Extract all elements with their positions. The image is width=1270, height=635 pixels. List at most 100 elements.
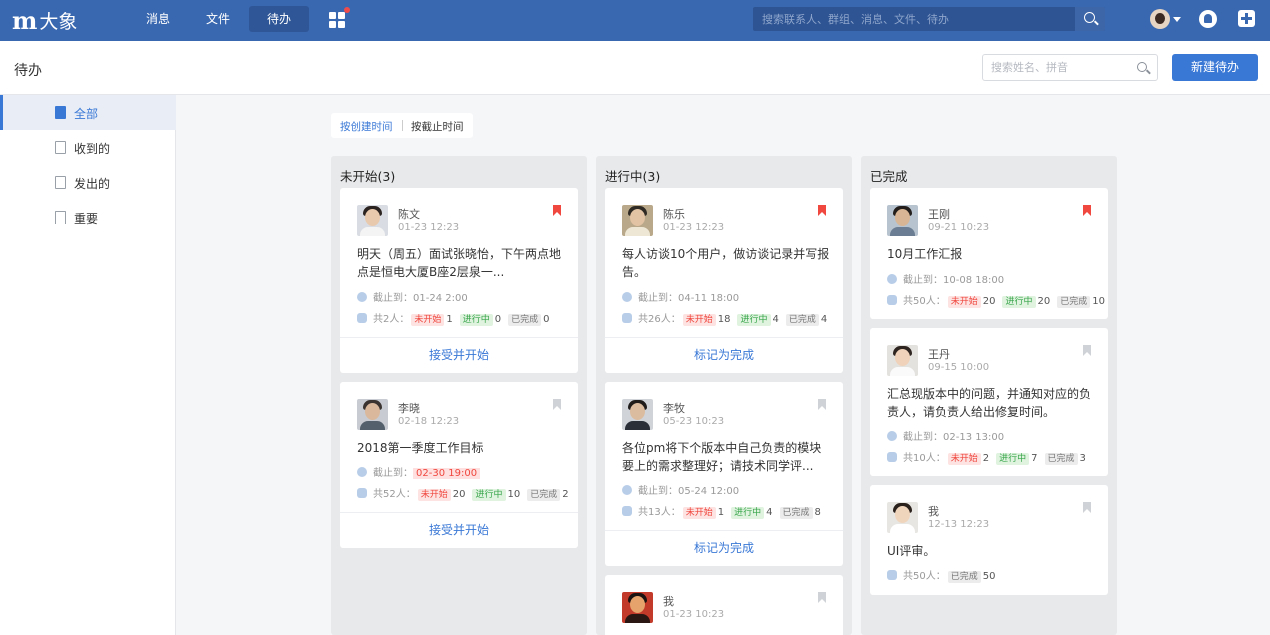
todo-card[interactable]: 王丹 09-15 10:00 汇总现版本中的问题，并通知对应的负责人，请负责人给… xyxy=(870,328,1108,476)
todo-title: 明天（周五）面试张晓怡，下午两点地点是恒电大厦B座2层泉一... xyxy=(357,247,562,279)
todo-card[interactable]: 我 12-13 12:23 UI评审。 共50人： 已完成 50 xyxy=(870,485,1108,595)
deadline-value: 05-24 12:00 xyxy=(678,486,740,497)
divider xyxy=(402,120,403,131)
status-badge: 已完成 xyxy=(1044,453,1078,465)
page-header: 待办 新建待办 xyxy=(0,41,1270,95)
created-time: 09-15 10:00 xyxy=(928,362,990,373)
column-done: 已完成 王刚 09-21 10:23 10月工作汇报 截止到：10-08 18:… xyxy=(861,156,1117,635)
created-time: 09-21 10:23 xyxy=(928,222,990,233)
todo-card[interactable]: 陈文 01-23 12:23 明天（周五）面试张晓怡，下午两点地点是恒电大厦B座… xyxy=(340,188,578,373)
todo-card[interactable]: 李牧 05-23 10:23 各位pm将下个版本中自己负责的模块要上的需求整理好… xyxy=(605,382,843,566)
status-badge: 进行中 xyxy=(737,314,771,326)
notification-bell-icon[interactable] xyxy=(1199,10,1217,28)
creator-name: 陈乐 xyxy=(663,208,685,221)
inbox-icon xyxy=(55,141,66,154)
deadline-value: 02-30 19:00 xyxy=(413,468,481,479)
bookmark-icon[interactable] xyxy=(553,205,561,216)
deadline-value: 01-24 2:00 xyxy=(413,293,468,304)
count-value: 50 xyxy=(982,571,996,582)
sidebar-item-received[interactable]: 收到的 xyxy=(0,130,176,165)
person-search-input[interactable] xyxy=(983,55,1128,80)
creator-name: 陈文 xyxy=(398,208,420,221)
mark-done-button[interactable]: 标记为完成 xyxy=(605,530,843,566)
bookmark-icon[interactable] xyxy=(1083,345,1091,356)
bookmark-icon[interactable] xyxy=(1083,205,1091,216)
tab-files[interactable]: 文件 xyxy=(192,6,244,32)
progress-row: 共26人： 未开始 18 进行中 4 已完成 4 xyxy=(622,313,832,327)
avatar xyxy=(622,592,653,623)
deadline-label: 截止到： xyxy=(373,293,413,304)
deadline-label: 截止到： xyxy=(903,275,943,286)
todo-card[interactable]: 李晓 02-18 12:23 2018第一季度工作目标 截止到： 02-30 19… xyxy=(340,382,578,548)
status-badge: 进行中 xyxy=(459,314,493,326)
count-value: 20 xyxy=(1037,296,1051,307)
new-todo-button[interactable]: 新建待办 xyxy=(1172,54,1258,81)
status-badge: 进行中 xyxy=(996,453,1030,465)
count-value: 8 xyxy=(814,507,821,518)
apps-grid-icon[interactable] xyxy=(328,7,350,30)
add-icon[interactable] xyxy=(1238,10,1255,27)
progress-row: 共10人： 未开始 2 进行中 7 已完成 3 xyxy=(887,452,1091,466)
bookmark-icon[interactable] xyxy=(818,205,826,216)
status-badge: 已完成 xyxy=(508,314,542,326)
bookmark-icon[interactable] xyxy=(1083,502,1091,513)
status-badge: 已完成 xyxy=(1057,296,1091,308)
accept-start-button[interactable]: 接受并开始 xyxy=(340,512,578,548)
status-badge: 未开始 xyxy=(947,453,981,465)
created-time: 01-23 12:23 xyxy=(663,222,725,233)
column-title: 未开始(3) xyxy=(340,169,396,184)
global-search-button[interactable] xyxy=(1075,7,1105,31)
avatar xyxy=(887,205,918,236)
mark-done-button[interactable]: 标记为完成 xyxy=(605,337,843,373)
deadline-row: 截止到：04-11 18:00 xyxy=(622,292,739,306)
user-avatar[interactable] xyxy=(1150,9,1170,29)
creator-name: 王丹 xyxy=(928,348,950,361)
accept-start-button[interactable]: 接受并开始 xyxy=(340,337,578,373)
people-icon xyxy=(357,313,367,323)
people-icon xyxy=(887,295,897,305)
status-badge: 已完成 xyxy=(785,314,819,326)
created-time: 12-13 12:23 xyxy=(928,519,990,530)
status-badge: 进行中 xyxy=(1002,296,1036,308)
bookmark-icon[interactable] xyxy=(818,399,826,410)
participant-count: 共50人： xyxy=(903,296,946,307)
todo-title: 各位pm将下个版本中自己负责的模块要上的需求整理好；请技术同学评... xyxy=(622,441,822,473)
sidebar-item-all[interactable]: 全部 xyxy=(0,95,176,130)
creator-name: 我 xyxy=(663,595,674,608)
sort-by-deadline[interactable]: 按截止时间 xyxy=(411,119,464,134)
search-icon[interactable] xyxy=(1137,62,1147,72)
count-value: 2 xyxy=(982,453,990,464)
tab-todo[interactable]: 待办 xyxy=(249,6,309,32)
avatar xyxy=(622,399,653,430)
clock-icon xyxy=(357,292,367,302)
creator-name: 李晓 xyxy=(398,402,420,415)
sidebar-item-label: 收到的 xyxy=(74,142,111,156)
global-search-input[interactable] xyxy=(753,7,1073,31)
sidebar-item-label: 发出的 xyxy=(74,177,111,191)
count-value: 7 xyxy=(1031,453,1038,464)
progress-row: 共50人： 已完成 50 xyxy=(887,570,1000,584)
sort-by-created[interactable]: 按创建时间 xyxy=(340,119,393,134)
sidebar-item-sent[interactable]: 发出的 xyxy=(0,165,176,200)
todo-card[interactable]: 王刚 09-21 10:23 10月工作汇报 截止到：10-08 18:00 共… xyxy=(870,188,1108,319)
todo-card[interactable]: 陈乐 01-23 12:23 每人访谈10个用户，做访谈记录并写报告。 截止到：… xyxy=(605,188,843,373)
bookmark-icon[interactable] xyxy=(818,592,826,603)
people-icon xyxy=(887,570,897,580)
notification-dot xyxy=(344,7,350,13)
top-bar: m 大象 消息 文件 待办 xyxy=(0,0,1270,41)
created-time: 01-23 10:23 xyxy=(663,609,725,620)
logo-mark: m xyxy=(12,5,37,35)
sidebar-item-important[interactable]: 重要 xyxy=(0,200,176,235)
column-not-started: 未开始(3) 陈文 01-23 12:23 明天（周五）面试张晓怡，下午两点地点… xyxy=(331,156,587,635)
status-badge: 未开始 xyxy=(411,314,445,326)
todo-card[interactable]: 我 01-23 10:23 xyxy=(605,575,843,635)
bookmark-icon[interactable] xyxy=(553,399,561,410)
deadline-row: 截止到：02-13 13:00 xyxy=(887,431,1004,445)
tab-messages[interactable]: 消息 xyxy=(132,6,184,32)
status-badge: 未开始 xyxy=(947,296,981,308)
app-logo[interactable]: m 大象 xyxy=(12,5,77,35)
count-value: 0 xyxy=(494,314,502,325)
progress-row: 共13人： 未开始 1 进行中 4 已完成 8 xyxy=(622,506,826,520)
chevron-down-icon[interactable] xyxy=(1173,17,1181,22)
clock-icon xyxy=(622,292,632,302)
